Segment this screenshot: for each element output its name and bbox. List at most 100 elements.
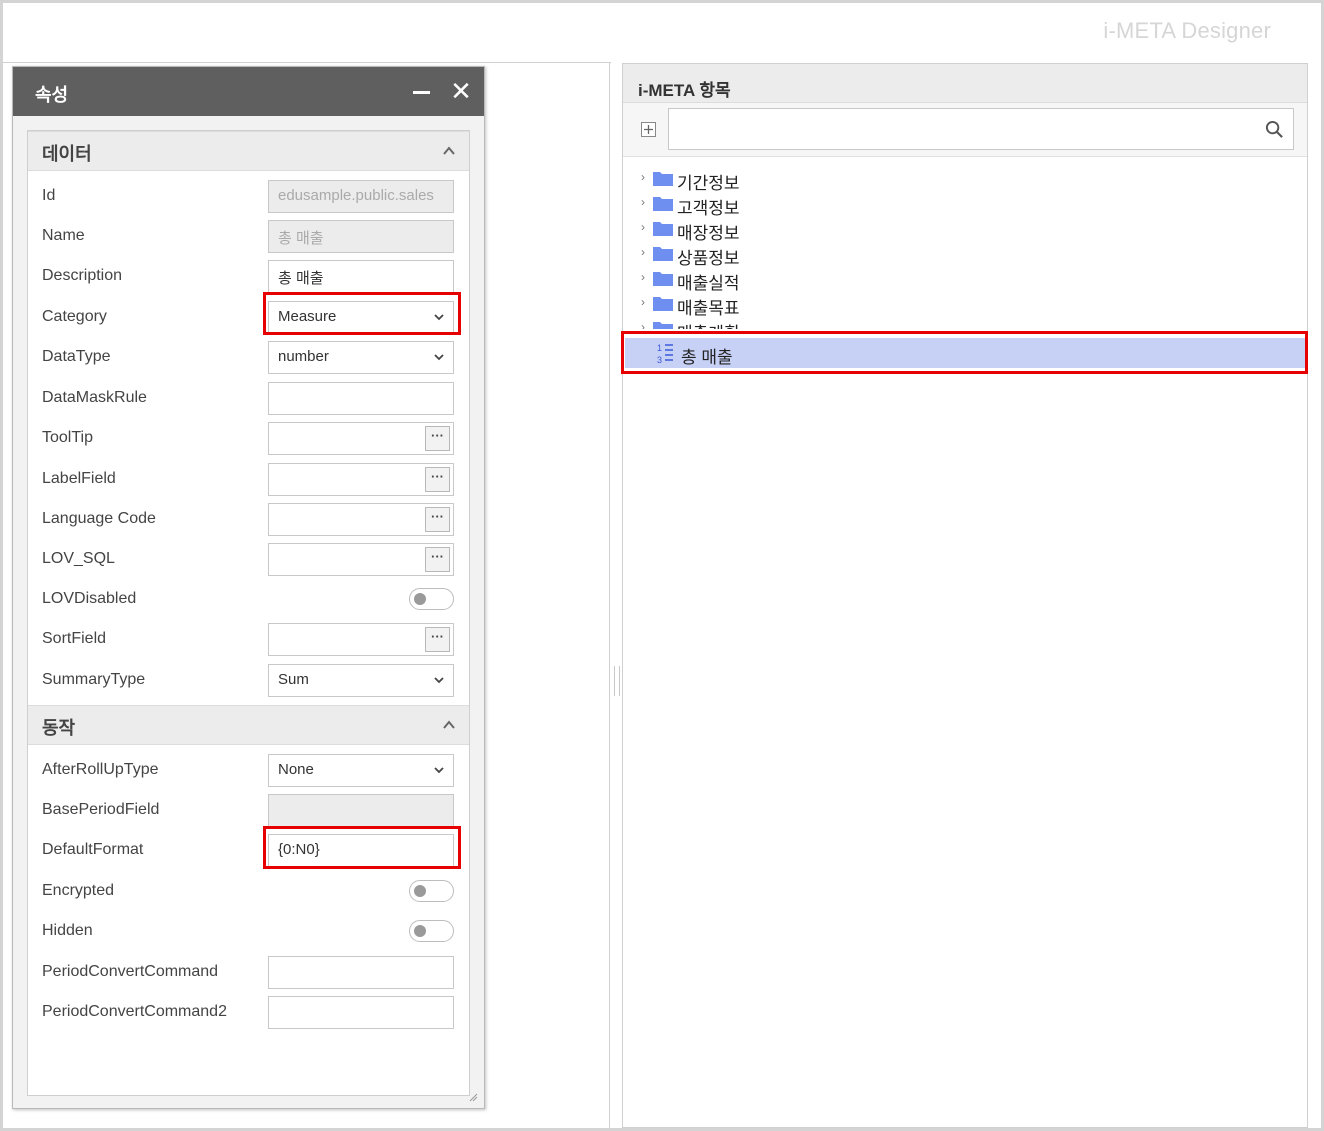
id-field: edusample.public.sales: [268, 180, 454, 213]
folder-icon: [653, 247, 673, 261]
prop-label: Encrypted: [42, 882, 115, 899]
meta-items-header: i-META 항목: [623, 64, 1307, 103]
lovdisabled-toggle[interactable]: [409, 588, 454, 610]
prop-label: ToolTip: [42, 429, 93, 446]
properties-title: 속성: [35, 85, 69, 105]
prop-label: Name: [42, 227, 85, 244]
toggle-knob: [414, 925, 426, 937]
prop-label: LOV_SQL: [42, 550, 115, 567]
tree-item-folder[interactable]: › 기간정보: [623, 166, 1307, 193]
prop-label: PeriodConvertCommand2: [42, 1003, 227, 1020]
datatype-value: number: [278, 348, 329, 365]
prop-row-lovdisabled: LOVDisabled: [28, 580, 469, 620]
folder-icon: [653, 322, 673, 329]
expand-all-icon[interactable]: [641, 122, 656, 137]
panel-splitter[interactable]: [614, 666, 620, 696]
tree-item-folder[interactable]: › 매출실적: [623, 266, 1307, 293]
hidden-toggle[interactable]: [409, 920, 454, 942]
defaultformat-field[interactable]: {0:N0}: [268, 834, 454, 867]
properties-panel: 속성 ✕ 데이터 Id edusample.public.sales Name …: [12, 66, 485, 1109]
ellipsis-button[interactable]: ···: [425, 627, 450, 652]
chevron-up-icon[interactable]: [443, 145, 455, 157]
properties-body: 데이터 Id edusample.public.sales Name 총 매출 …: [27, 130, 470, 1096]
prop-row-baseperiodfield: BasePeriodField: [28, 791, 469, 831]
afterrolluptype-select[interactable]: None: [268, 754, 454, 787]
encrypted-toggle[interactable]: [409, 880, 454, 902]
tree-item-label: 매출계획: [677, 319, 740, 329]
prop-row-tooltip: ToolTip ···: [28, 419, 469, 459]
properties-header[interactable]: 속성 ✕: [13, 67, 484, 116]
tree-item-folder[interactable]: › 고객정보: [623, 191, 1307, 218]
chevron-down-icon: [434, 767, 444, 774]
summarytype-select[interactable]: Sum: [268, 664, 454, 697]
lovsql-field[interactable]: ···: [268, 543, 454, 576]
description-field[interactable]: 총 매출: [268, 260, 454, 293]
prop-row-datamaskrule: DataMaskRule: [28, 379, 469, 419]
expand-arrow-icon[interactable]: ›: [641, 320, 645, 329]
prop-row-afterrolluptype: AfterRollUpType None: [28, 751, 469, 791]
periodconvertcommand2-field[interactable]: [268, 996, 454, 1029]
prop-row-defaultformat: DefaultFormat {0:N0}: [28, 831, 469, 871]
prop-row-name: Name 총 매출: [28, 217, 469, 257]
canvas-right-border: [609, 62, 610, 1128]
tree-item-folder[interactable]: › 매장정보: [623, 216, 1307, 243]
category-select[interactable]: Measure: [268, 301, 454, 334]
minimize-button[interactable]: [409, 77, 435, 105]
prop-label: SummaryType: [42, 671, 146, 688]
meta-items-panel: i-META 항목 › 기간정보 › 고객정보 › 매장정보 › 상품정보 › …: [622, 63, 1308, 1128]
toggle-knob: [414, 593, 426, 605]
baseperiodfield-field: [268, 794, 454, 827]
section-behavior-title: 동작: [42, 718, 76, 738]
prop-row-encrypted: Encrypted: [28, 872, 469, 912]
prop-label: Description: [42, 267, 123, 284]
labelfield-field[interactable]: ···: [268, 463, 454, 496]
resize-grip-icon[interactable]: [468, 1092, 478, 1102]
prop-label: LOVDisabled: [42, 590, 137, 607]
periodconvertcommand-field[interactable]: [268, 956, 454, 989]
prop-label: Category: [42, 308, 107, 325]
prop-label: Language Code: [42, 510, 156, 527]
ellipsis-button[interactable]: ···: [425, 507, 450, 532]
prop-row-description: Description 총 매출: [28, 257, 469, 297]
tree-item-folder[interactable]: › 상품정보: [623, 241, 1307, 268]
section-data-title: 데이터: [42, 144, 92, 164]
prop-row-datatype: DataType number: [28, 338, 469, 378]
sortfield-field[interactable]: ···: [268, 623, 454, 656]
toggle-knob: [414, 885, 426, 897]
meta-search-input[interactable]: [668, 108, 1294, 150]
category-value: Measure: [278, 308, 337, 325]
prop-row-summarytype: SummaryType Sum: [28, 661, 469, 701]
prop-row-lovsql: LOV_SQL ···: [28, 540, 469, 580]
prop-row-periodconvertcommand: PeriodConvertCommand: [28, 953, 469, 993]
ellipsis-button[interactable]: ···: [425, 426, 450, 451]
prop-label: BasePeriodField: [42, 801, 160, 818]
minimize-icon: [413, 91, 430, 94]
tree-item-label: 총 매출: [681, 348, 733, 367]
expand-arrow-icon[interactable]: ›: [641, 220, 645, 234]
prop-row-labelfield: LabelField ···: [28, 460, 469, 500]
chevron-up-icon[interactable]: [443, 719, 455, 731]
tree-item-selected[interactable]: 1 3 총 매출: [625, 338, 1305, 368]
search-icon[interactable]: [1265, 120, 1284, 139]
languagecode-field[interactable]: ···: [268, 503, 454, 536]
tree-item-folder[interactable]: › 매출계획: [623, 316, 1307, 329]
section-behavior-header[interactable]: 동작: [28, 705, 469, 745]
prop-label: LabelField: [42, 470, 116, 487]
expand-arrow-icon[interactable]: ›: [641, 170, 645, 184]
tooltip-field[interactable]: ···: [268, 422, 454, 455]
ellipsis-button[interactable]: ···: [425, 467, 450, 492]
section-data-header[interactable]: 데이터: [28, 131, 469, 171]
name-field: 총 매출: [268, 220, 454, 253]
prop-label: PeriodConvertCommand: [42, 963, 219, 980]
datamaskrule-field[interactable]: [268, 382, 454, 415]
expand-arrow-icon[interactable]: ›: [641, 245, 645, 259]
measure-icon: 1 3: [657, 343, 673, 364]
datatype-select[interactable]: number: [268, 341, 454, 374]
expand-arrow-icon[interactable]: ›: [641, 295, 645, 309]
close-button[interactable]: ✕: [448, 77, 474, 105]
tree-item-folder[interactable]: › 매출목표: [623, 291, 1307, 318]
expand-arrow-icon[interactable]: ›: [641, 195, 645, 209]
ellipsis-button[interactable]: ···: [425, 547, 450, 572]
expand-arrow-icon[interactable]: ›: [641, 270, 645, 284]
prop-row-category: Category Measure: [28, 298, 469, 338]
